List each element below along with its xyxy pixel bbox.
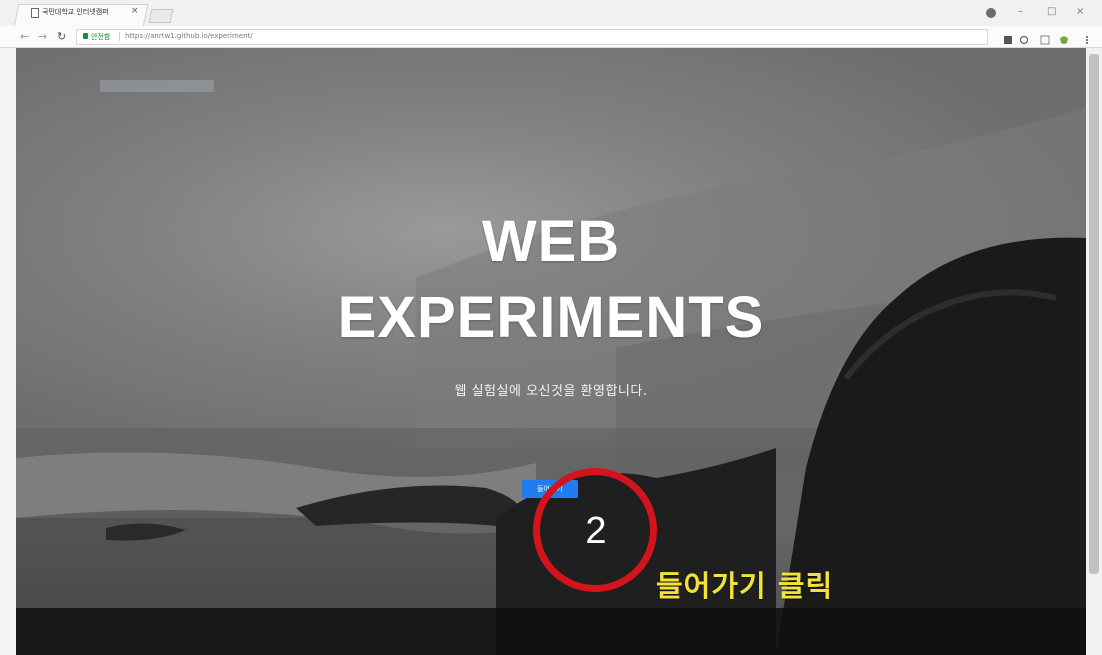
hero-subtitle: 웹 실험실에 오신것을 환영합니다. — [454, 384, 648, 399]
browser-tab-bar: 국민대학교 인터넷캠퍼 × – □ × — [0, 0, 1102, 27]
browser-toolbar: ← → ↻ 안전함 https://anrtw1.github.io/exper… — [0, 26, 1102, 48]
shield-icon[interactable] — [1059, 30, 1069, 44]
new-tab-button[interactable] — [148, 9, 174, 23]
lock-icon — [83, 33, 88, 39]
annotation-caption: 들어가기 클릭 — [656, 569, 834, 603]
page-viewport: WEB EXPERIMENTS 웹 실험실에 오신것을 환영합니다. 들어가기 … — [16, 48, 1086, 655]
back-icon[interactable]: ← — [20, 30, 29, 43]
extension-icon[interactable] — [1003, 30, 1013, 44]
url-text[interactable]: https://anrtw1.github.io/experiment/ — [125, 32, 253, 40]
page-icon — [31, 8, 39, 18]
scrollbar-thumb[interactable] — [1089, 54, 1099, 574]
hero-title-line1: WEB — [481, 209, 621, 274]
annotation-step-number: 2 — [585, 510, 607, 552]
window-close-icon[interactable]: × — [1076, 6, 1084, 17]
forward-icon[interactable]: → — [38, 30, 47, 43]
left-gutter — [0, 48, 16, 655]
profile-icon[interactable] — [986, 8, 996, 18]
grid-icon[interactable] — [1040, 30, 1050, 45]
maximize-icon[interactable]: □ — [1047, 6, 1056, 17]
page-navbar[interactable] — [100, 80, 214, 92]
star-icon[interactable] — [1019, 30, 1029, 45]
tab-title: 국민대학교 인터넷캠퍼 — [42, 8, 109, 16]
secure-label: 안전함 — [91, 33, 111, 41]
reload-icon[interactable]: ↻ — [57, 30, 66, 43]
menu-icon[interactable] — [1082, 30, 1092, 44]
url-separator — [119, 32, 120, 41]
minimize-icon[interactable]: – — [1018, 6, 1023, 17]
tab-close-icon[interactable]: × — [131, 6, 139, 16]
hero-title-line2: EXPERIMENTS — [337, 285, 765, 350]
address-bar[interactable]: 안전함 https://anrtw1.github.io/experiment/ — [76, 29, 988, 45]
